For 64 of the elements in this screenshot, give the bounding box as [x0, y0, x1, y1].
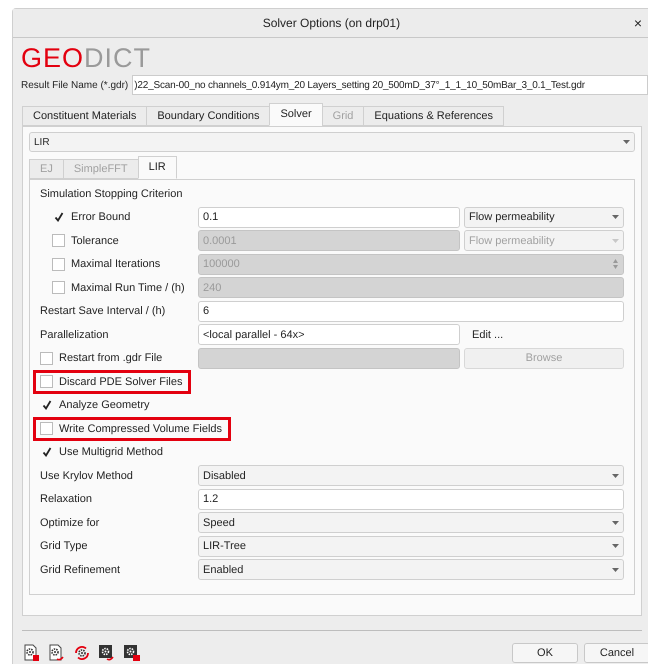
- close-button[interactable]: ×: [634, 12, 642, 34]
- dropdown-caret-icon: [612, 544, 619, 548]
- dropdown-caret-icon: [612, 568, 619, 572]
- checkbox[interactable]: [52, 234, 65, 248]
- field-label: Restart Save Interval / (h): [40, 304, 166, 319]
- input-field[interactable]: 0.1: [198, 206, 460, 228]
- field-label: Parallelization: [40, 328, 110, 342]
- checkbox[interactable]: [52, 210, 65, 224]
- checkbox[interactable]: [40, 422, 53, 436]
- settings-file-icon[interactable]: [48, 644, 66, 662]
- settings-export-icon[interactable]: [98, 644, 116, 662]
- settings-lock-icon[interactable]: [123, 644, 141, 662]
- dropdown[interactable]: LIR: [29, 132, 635, 152]
- dialog-button[interactable]: Cancel: [584, 643, 648, 663]
- dropdown-caret-icon: [623, 140, 630, 144]
- field-label: Result File Name (*.gdr): [21, 78, 128, 92]
- dropdown-caret-icon: [612, 238, 619, 243]
- field-label: Use Krylov Method: [40, 468, 134, 484]
- checkbox[interactable]: [40, 446, 53, 459]
- checkbox-label[interactable]: Error Bound: [71, 209, 130, 226]
- tab[interactable]: Boundary Conditions: [146, 106, 270, 126]
- logo: GEODICT: [21, 45, 152, 72]
- field-label: Relaxation: [40, 492, 93, 507]
- dropdown[interactable]: LIR-Tree: [198, 536, 624, 557]
- tab[interactable]: Equations & References: [363, 106, 504, 126]
- tab[interactable]: LIR: [138, 156, 177, 179]
- dropdown-caret-icon: [612, 215, 619, 220]
- refresh-settings-icon[interactable]: [73, 644, 91, 662]
- field-label: Optimize for: [40, 516, 100, 530]
- checkbox[interactable]: [52, 281, 65, 294]
- input-field[interactable]: 1.2: [198, 488, 624, 510]
- checkbox-label[interactable]: Analyze Geometry: [59, 397, 150, 414]
- checkbox-label[interactable]: Restart from .gdr File: [59, 350, 162, 366]
- dropdown[interactable]: Enabled: [198, 559, 624, 580]
- input-field[interactable]: )22_Scan-00_no channels_0.914ym_20 Layers_setting 20_500mD_37°_1_1_10_50mBar_3_0.1_Test.gdr: [132, 75, 648, 95]
- tab[interactable]: Constituent Materials: [22, 106, 148, 126]
- section-heading: Simulation Stopping Criterion: [40, 186, 182, 202]
- checkmark-icon: [42, 447, 52, 458]
- checkbox[interactable]: [40, 352, 53, 365]
- settings-file-icon[interactable]: [23, 644, 41, 662]
- checkbox-label[interactable]: Tolerance: [71, 232, 119, 249]
- dropdown-caret-icon: [612, 474, 619, 478]
- dropdown[interactable]: Speed: [198, 512, 624, 534]
- window-title: Solver Options (on drp01): [262, 15, 402, 32]
- checkbox-label[interactable]: Write Compressed Volume Fields: [59, 420, 222, 437]
- field-label: Grid Type: [40, 539, 88, 554]
- dropdown[interactable]: Flow permeability: [464, 206, 624, 228]
- checkbox-label[interactable]: Use Multigrid Method: [59, 444, 163, 460]
- dialog-button[interactable]: OK: [512, 643, 578, 663]
- checkmark-icon: [54, 212, 64, 222]
- dropdown[interactable]: Disabled: [198, 465, 624, 486]
- checkbox-label[interactable]: Discard PDE Solver Files: [59, 374, 182, 390]
- checkbox-label[interactable]: Maximal Iterations: [71, 256, 160, 272]
- input-field[interactable]: 6: [198, 300, 624, 322]
- tab[interactable]: Solver: [269, 103, 323, 126]
- checkbox[interactable]: [52, 258, 65, 271]
- checkbox[interactable]: [40, 398, 53, 412]
- checkbox-label[interactable]: Maximal Run Time / (h): [71, 280, 185, 296]
- checkmark-icon: [42, 400, 52, 410]
- field-label: Grid Refinement: [40, 562, 122, 578]
- input-field[interactable]: <local parallel - 64x>: [198, 324, 460, 346]
- edit-link[interactable]: Edit ...: [464, 326, 512, 343]
- dropdown-caret-icon: [612, 520, 619, 525]
- checkbox[interactable]: [40, 375, 53, 388]
